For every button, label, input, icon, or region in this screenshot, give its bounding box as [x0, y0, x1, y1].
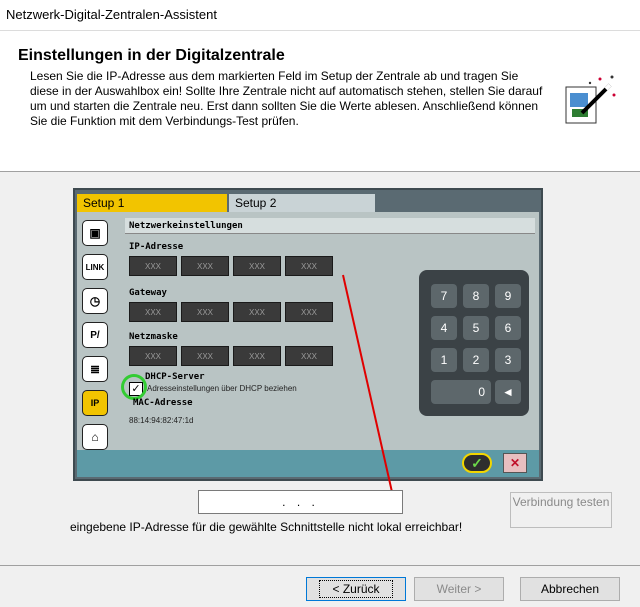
back-button[interactable]: < Zurück — [306, 577, 406, 601]
next-button[interactable]: Weiter > — [414, 577, 504, 601]
ip-address-input[interactable]: . . . — [198, 490, 403, 514]
status-message: eingebene IP-Adresse für die gewählte Sc… — [70, 520, 463, 534]
footer-divider — [0, 565, 640, 566]
connection-test-button[interactable]: Verbindung testen — [510, 492, 612, 528]
cancel-button[interactable]: Abbrechen — [520, 577, 620, 601]
